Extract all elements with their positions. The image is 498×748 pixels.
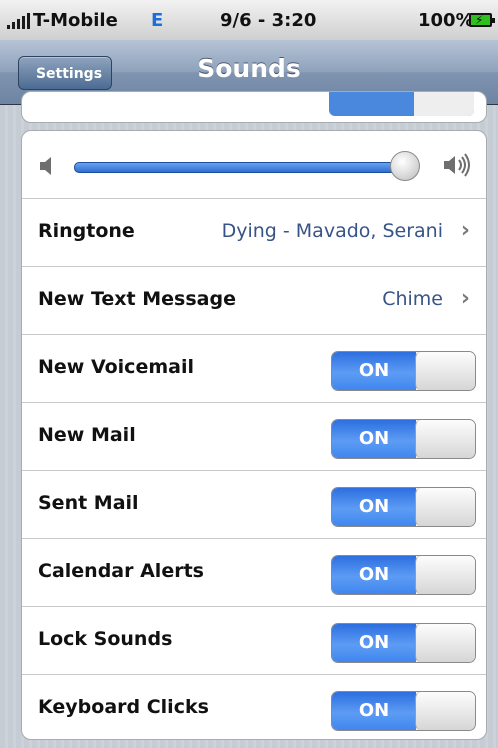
new-voicemail-row: New Voicemail ON (22, 335, 486, 403)
ringtone-value: Dying - Mavado, Serani (221, 220, 443, 242)
new-text-message-row[interactable]: New Text Message Chime › (22, 267, 486, 335)
ringtone-label: Ringtone (38, 220, 135, 242)
volume-low-icon (40, 157, 51, 175)
toggle-knob (415, 692, 475, 730)
keyboard-clicks-row: Keyboard Clicks ON (22, 675, 486, 739)
lock-sounds-label: Lock Sounds (38, 628, 173, 650)
new-text-message-value: Chime (382, 288, 443, 310)
status-bar: T-Mobile E 9/6 - 3:20 100% ⚡ (0, 0, 498, 41)
lock-sounds-row: Lock Sounds ON (22, 607, 486, 675)
volume-row (22, 131, 486, 199)
toggle-knob (415, 488, 475, 526)
toggle-on-label: ON (332, 420, 416, 458)
calendar-alerts-label: Calendar Alerts (38, 560, 204, 582)
calendar-alerts-row: Calendar Alerts ON (22, 539, 486, 607)
toggle-on-label: ON (332, 692, 416, 730)
toggle-on-label: ON (332, 556, 416, 594)
status-time: 9/6 - 3:20 (220, 10, 317, 31)
chevron-right-icon: › (460, 286, 470, 311)
toggle-knob (415, 420, 475, 458)
toggle-on-label: ON (332, 624, 416, 662)
new-mail-row: New Mail ON (22, 403, 486, 471)
calendar-alerts-toggle[interactable]: ON (331, 555, 476, 595)
toggle-knob (415, 556, 475, 594)
lock-sounds-toggle[interactable]: ON (331, 623, 476, 663)
partial-toggle-switch[interactable] (329, 92, 474, 116)
new-mail-label: New Mail (38, 424, 136, 446)
carrier-name: T-Mobile (33, 10, 118, 31)
keyboard-clicks-toggle[interactable]: ON (331, 691, 476, 731)
volume-high-icon (444, 153, 470, 177)
toggle-knob (415, 352, 475, 390)
chevron-right-icon: › (460, 218, 470, 243)
page-title: Sounds (197, 54, 301, 83)
battery-percentage: 100% (418, 10, 474, 31)
network-indicator: E (151, 10, 164, 31)
sent-mail-label: Sent Mail (38, 492, 139, 514)
sent-mail-toggle[interactable]: ON (331, 487, 476, 527)
volume-slider-track[interactable] (74, 162, 406, 173)
settings-content[interactable]: Ringtone Dying - Mavado, Serani › New Te… (0, 91, 498, 748)
sent-mail-row: Sent Mail ON (22, 471, 486, 539)
new-voicemail-label: New Voicemail (38, 356, 194, 378)
ringtone-row[interactable]: Ringtone Dying - Mavado, Serani › (22, 199, 486, 267)
signal-icon (7, 13, 31, 29)
battery-icon: ⚡ (469, 13, 495, 27)
previous-group-fragment (21, 91, 487, 123)
new-mail-toggle[interactable]: ON (331, 419, 476, 459)
toggle-on-label: ON (332, 352, 416, 390)
sounds-group: Ringtone Dying - Mavado, Serani › New Te… (21, 130, 487, 740)
new-voicemail-toggle[interactable]: ON (331, 351, 476, 391)
volume-slider-thumb[interactable] (390, 151, 420, 181)
toggle-knob (415, 624, 475, 662)
new-text-message-label: New Text Message (38, 288, 236, 310)
keyboard-clicks-label: Keyboard Clicks (38, 696, 209, 718)
toggle-on-label: ON (332, 488, 416, 526)
